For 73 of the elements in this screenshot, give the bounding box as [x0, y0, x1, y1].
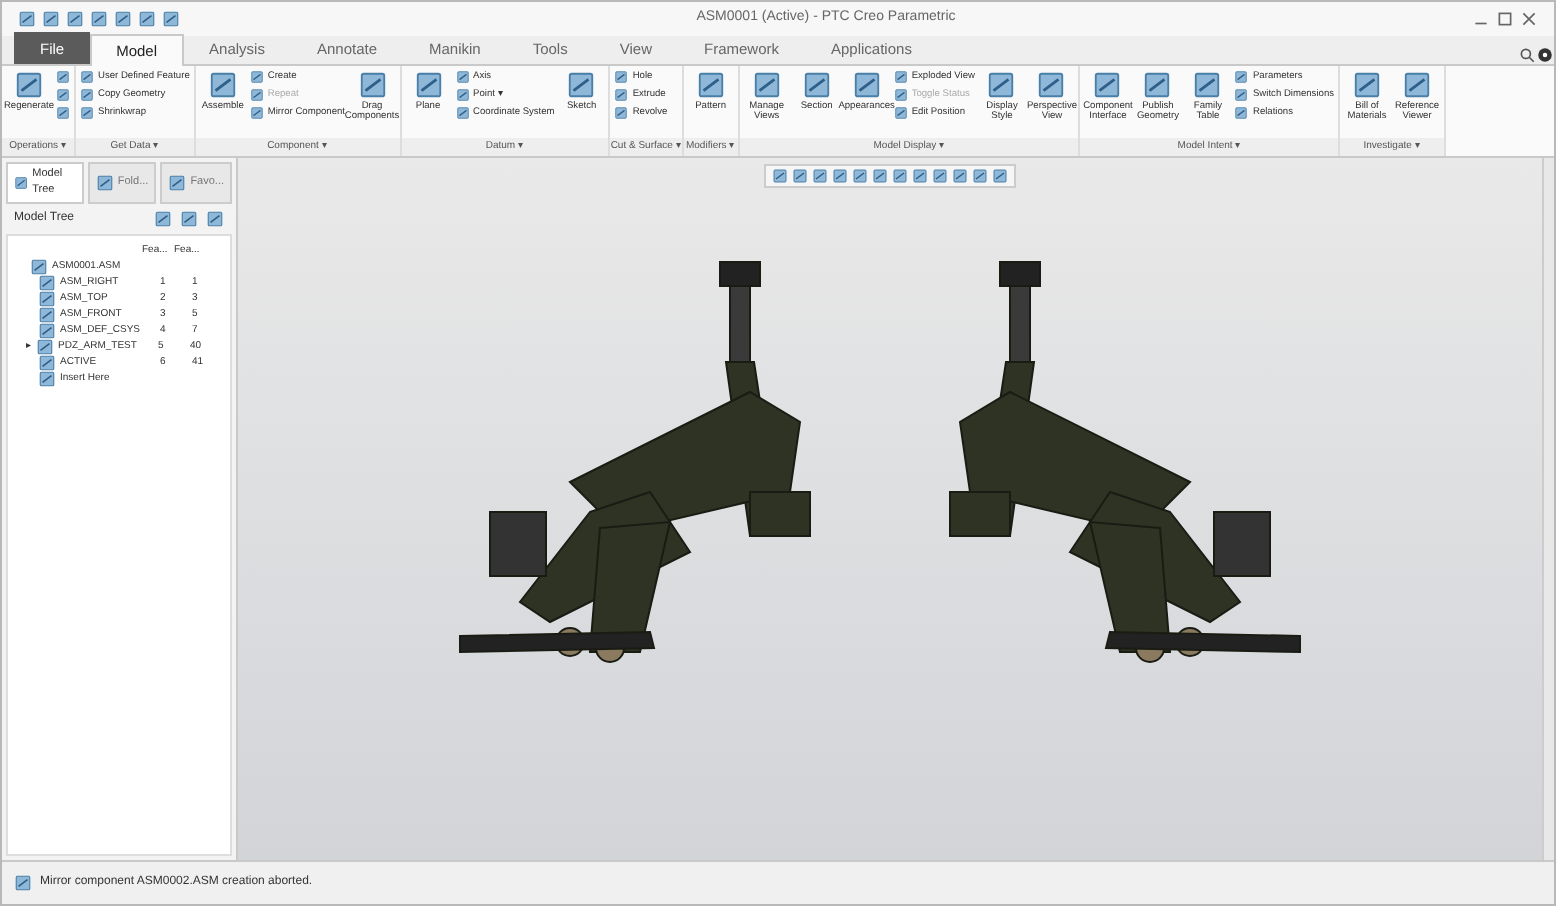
tool-square-icon[interactable]: [455, 88, 470, 103]
view-tool-icon[interactable]: [972, 168, 988, 184]
tool-square-icon[interactable]: [893, 106, 908, 121]
part-icon[interactable]: [30, 258, 48, 276]
view-tool-icon[interactable]: [912, 168, 928, 184]
tool-square-icon[interactable]: [1142, 70, 1173, 100]
search-icon[interactable]: [1518, 46, 1536, 64]
view-tool-icon[interactable]: [832, 168, 848, 184]
toolbar-square-icon[interactable]: [18, 10, 36, 28]
toolbar-square-icon[interactable]: [114, 10, 132, 28]
tree-icon[interactable]: [95, 173, 114, 192]
tool-square-icon[interactable]: [751, 70, 782, 100]
view-tool-icon[interactable]: [892, 168, 908, 184]
tool-square-icon[interactable]: [1234, 106, 1249, 121]
tool-square-icon[interactable]: [695, 70, 726, 100]
maximize-icon[interactable]: [1496, 10, 1514, 28]
tree-icon[interactable]: [168, 173, 187, 192]
part-icon[interactable]: [38, 274, 56, 292]
tool-square-icon[interactable]: [1402, 70, 1433, 100]
close-icon[interactable]: [1520, 10, 1538, 28]
toolbar-square-icon[interactable]: [138, 10, 156, 28]
tool-square-icon[interactable]: [249, 106, 264, 121]
tool-square-icon[interactable]: [80, 88, 94, 103]
view-tool-icon[interactable]: [932, 168, 948, 184]
tool-square-icon[interactable]: [56, 106, 70, 120]
toolbar-square-icon[interactable]: [42, 10, 60, 28]
tool-square-icon[interactable]: [1036, 70, 1067, 100]
tool-square-icon[interactable]: [14, 70, 44, 100]
part-icon[interactable]: [38, 370, 56, 388]
tool-square-icon[interactable]: [614, 70, 629, 85]
settings-icon[interactable]: [180, 209, 198, 227]
tool-square-icon[interactable]: [893, 70, 908, 85]
view-tool-icon[interactable]: [952, 168, 968, 184]
tool-square-icon[interactable]: [1192, 70, 1223, 100]
tool-square-icon[interactable]: [986, 70, 1017, 100]
toolbar-square-icon[interactable]: [66, 10, 84, 28]
part-icon[interactable]: [38, 290, 56, 308]
tool-square-icon[interactable]: [56, 88, 70, 102]
tool-square-icon[interactable]: [1352, 70, 1383, 100]
tool-square-icon[interactable]: [1234, 70, 1249, 85]
tool-square-icon[interactable]: [614, 106, 629, 121]
tool-square-icon[interactable]: [1092, 70, 1123, 100]
part-icon[interactable]: [38, 322, 56, 340]
part-icon[interactable]: [36, 338, 54, 356]
tool-square-icon[interactable]: [801, 70, 832, 100]
toolbar-square-icon[interactable]: [90, 10, 108, 28]
tool-square-icon[interactable]: [851, 70, 882, 100]
message-icon[interactable]: [14, 874, 32, 892]
view-tool-icon[interactable]: [792, 168, 808, 184]
part-icon[interactable]: [38, 306, 56, 324]
toolbar-square-icon[interactable]: [162, 10, 180, 28]
tool-square-icon[interactable]: [455, 70, 470, 85]
help-icon[interactable]: [1536, 46, 1554, 64]
part-icon[interactable]: [38, 354, 56, 372]
tool-square-icon[interactable]: [207, 70, 238, 100]
tree-icon[interactable]: [14, 173, 29, 192]
tool-square-icon[interactable]: [80, 70, 94, 85]
view-tool-icon[interactable]: [852, 168, 868, 184]
tool-square-icon[interactable]: [80, 106, 94, 121]
view-tool-icon[interactable]: [812, 168, 828, 184]
tool-square-icon[interactable]: [1234, 88, 1249, 103]
tool-square-icon[interactable]: [56, 70, 70, 84]
tool-square-icon[interactable]: [357, 70, 388, 100]
view-tool-icon[interactable]: [872, 168, 888, 184]
tool-square-icon[interactable]: [249, 70, 264, 85]
tool-square-icon[interactable]: [455, 106, 470, 121]
settings-icon[interactable]: [154, 209, 172, 227]
settings-icon[interactable]: [206, 209, 224, 227]
view-tool-icon[interactable]: [992, 168, 1008, 184]
tool-square-icon[interactable]: [413, 70, 444, 100]
tool-square-icon[interactable]: [566, 70, 597, 100]
view-tool-icon[interactable]: [772, 168, 788, 184]
tool-square-icon[interactable]: [614, 88, 629, 103]
